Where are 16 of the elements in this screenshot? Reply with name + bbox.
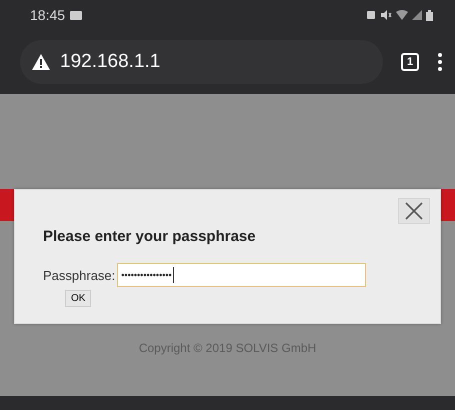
address-field[interactable]: 192.168.1.1 [20,40,383,84]
wifi-icon [396,10,408,20]
image-icon [70,10,82,20]
clock-time: 18:45 [30,7,66,23]
mute-icon [380,10,392,20]
ok-button[interactable]: OK [65,290,92,307]
tab-count-button[interactable]: 1 [401,53,419,71]
field-label: Passphrase: [43,268,116,282]
battery-icon [426,10,433,20]
menu-icon[interactable] [437,52,443,72]
signal-icon [412,10,422,20]
close-icon [405,202,423,220]
passphrase-field[interactable]: •••••••••••••••• [117,263,366,287]
close-button[interactable] [398,198,430,224]
dialog-title: Please enter your passphrase [43,228,257,245]
warning-icon [32,54,50,70]
